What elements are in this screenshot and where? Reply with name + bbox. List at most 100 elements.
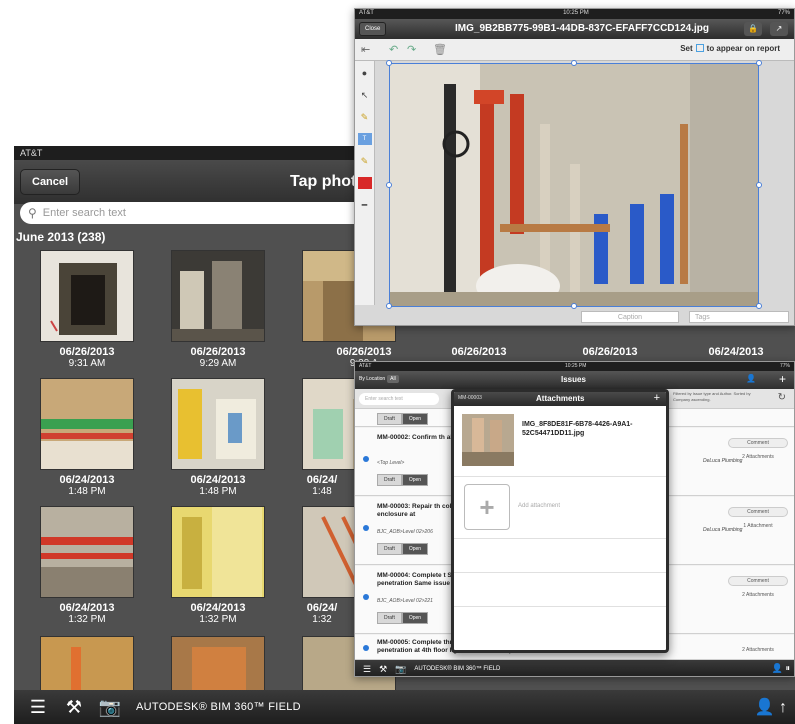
open-segment[interactable]: Open	[401, 413, 429, 425]
draft-segment[interactable]: Draft	[377, 612, 402, 624]
draft-segment[interactable]: Draft	[377, 474, 402, 486]
bottom-toolbar: ☰ ⚒ 📷 AUTODESK® BIM 360™ FIELD 👤 ⏸	[355, 660, 794, 676]
draft-segment[interactable]: Draft	[377, 543, 402, 555]
attachments-link[interactable]: 2 Attachments	[728, 454, 788, 460]
attachments-link[interactable]: 1 Attachment	[728, 523, 788, 529]
photo-caption: 06/24/2013	[676, 346, 795, 358]
comment-button[interactable]: Comment	[728, 438, 788, 448]
crop-handle[interactable]	[571, 303, 577, 309]
add-issue-button[interactable]: +	[779, 372, 786, 386]
photo-date: 06/24/2013	[708, 346, 764, 358]
issue-id: MM-00003	[458, 395, 482, 401]
status-segment[interactable]: Draft Open	[377, 612, 429, 624]
editor-toolbar: ⇤ ↶ ↷ 🗑 Set to appear on report	[355, 39, 794, 61]
crop-handle[interactable]	[756, 182, 762, 188]
issue-location: BJC_AOB>Level 02>206	[377, 529, 433, 535]
photo-image	[40, 378, 135, 471]
text-tool-icon[interactable]: T	[357, 133, 372, 145]
report-toggle[interactable]: Set to appear on report	[680, 44, 780, 53]
open-segment[interactable]: Open	[401, 474, 429, 486]
collapse-icon[interactable]: ⇤	[361, 43, 370, 56]
open-segment[interactable]: Open	[401, 612, 429, 624]
bottom-toolbar: ☰ ⚒ 📷 AUTODESK® BIM 360™ FIELD 👤 ↑	[14, 690, 795, 724]
open-segment[interactable]: Open	[401, 543, 429, 555]
comment-button[interactable]: Comment	[728, 576, 788, 586]
all-filter-button[interactable]: All	[387, 375, 399, 383]
photo-thumbnail[interactable]	[40, 378, 135, 471]
unread-indicator-icon	[363, 456, 369, 462]
close-button[interactable]: Close	[359, 22, 387, 36]
attachment-item[interactable]: IMG_8F8DE81F-6B78-4426-A9A1-52C54471DD11…	[460, 414, 660, 470]
trash-icon[interactable]: 🗑	[433, 43, 447, 56]
attachment-thumbnail	[462, 414, 514, 466]
status-segment[interactable]: Draft Open	[377, 543, 429, 555]
caption-field[interactable]: Caption	[581, 311, 679, 323]
share-icon[interactable]: ↗	[770, 22, 788, 36]
photo-image	[40, 506, 135, 599]
user-icon[interactable]: 👤	[746, 374, 756, 383]
crop-handle[interactable]	[386, 60, 392, 66]
photo-thumbnail[interactable]	[40, 636, 135, 724]
redo-icon[interactable]: ↷	[407, 43, 416, 56]
refresh-icon[interactable]: ↻	[778, 392, 786, 403]
photo-date: 06/26/2013	[336, 346, 392, 358]
photo-image	[40, 250, 135, 343]
photo-thumbnail[interactable]	[171, 378, 266, 471]
status-segment[interactable]: Draft Open	[377, 413, 429, 425]
file-name: IMG_9B2BB775-99B1-44DB-837C-EFAFF7CCD124…	[455, 23, 709, 34]
photo-image	[171, 250, 266, 343]
search-input[interactable]: Enter search text	[359, 393, 439, 405]
highlighter-tool-icon[interactable]: ✎	[358, 155, 372, 167]
user-icon[interactable]: 👤 ↑	[755, 697, 787, 717]
draft-segment[interactable]: Draft	[377, 413, 402, 425]
crop-handle[interactable]	[756, 303, 762, 309]
user-icon[interactable]: 👤 ⏸	[772, 663, 790, 674]
attachments-link[interactable]: 2 Attachments	[728, 592, 788, 598]
photo-caption: 06/24/1:48	[292, 474, 352, 498]
menu-icon[interactable]: ☰	[363, 664, 371, 675]
photo-thumbnail[interactable]	[171, 506, 266, 599]
location-filter[interactable]: By Location All	[359, 375, 399, 383]
pointer-tool-icon[interactable]: ↖	[358, 89, 372, 101]
shape-tool-icon[interactable]: ●	[358, 67, 372, 79]
undo-icon[interactable]: ↶	[389, 43, 398, 56]
attachments-popover: MM-00003 Attachments + IMG_8F8DE81F-6B78…	[451, 389, 669, 653]
photo-thumbnail[interactable]	[171, 636, 266, 724]
line-width-icon[interactable]: ━	[358, 199, 372, 211]
report-suffix: to appear on report	[706, 44, 780, 53]
filter-description: Filtered by Issue type and Author. Sorte…	[673, 391, 751, 402]
color-swatch-icon[interactable]	[357, 177, 372, 189]
unread-indicator-icon	[363, 645, 369, 651]
pen-tool-icon[interactable]: ✎	[358, 111, 372, 123]
photo-time: 1:48	[312, 486, 332, 497]
tools-icon[interactable]: ⚒	[62, 697, 86, 718]
attachments-link[interactable]: 2 Attachments	[728, 647, 788, 653]
tags-field[interactable]: Tags	[689, 311, 789, 323]
issue-location: BJC_AOB>Level 02>221	[377, 598, 433, 604]
camera-icon[interactable]: 📷	[395, 664, 406, 675]
by-location-label: By Location	[359, 376, 386, 382]
crop-handle[interactable]	[386, 303, 392, 309]
divider	[454, 572, 666, 573]
comment-button[interactable]: Comment	[728, 507, 788, 517]
tools-icon[interactable]: ⚒	[379, 664, 387, 675]
crop-handle[interactable]	[756, 60, 762, 66]
photo-thumbnail[interactable]	[40, 250, 135, 343]
status-segment[interactable]: Draft Open	[377, 474, 429, 486]
attachments-title: Attachments	[536, 394, 585, 403]
menu-icon[interactable]: ☰	[26, 697, 50, 718]
lock-icon[interactable]: 🔒	[744, 22, 762, 36]
add-attachment-button[interactable]: +	[654, 392, 660, 404]
photo-thumbnail[interactable]	[40, 506, 135, 599]
photo-date: 06/26/2013	[582, 346, 638, 358]
crop-handle[interactable]	[571, 60, 577, 66]
editor-photo[interactable]	[389, 63, 759, 307]
add-attachment-tile[interactable]: +	[464, 484, 510, 530]
search-placeholder: Enter search text	[42, 207, 126, 219]
camera-icon[interactable]: 📷	[98, 697, 122, 718]
photo-date: 06/24/2013	[59, 602, 115, 614]
report-checkbox-icon[interactable]	[695, 44, 704, 52]
cancel-button[interactable]: Cancel	[20, 169, 81, 195]
crop-handle[interactable]	[386, 182, 392, 188]
photo-thumbnail[interactable]	[171, 250, 266, 343]
